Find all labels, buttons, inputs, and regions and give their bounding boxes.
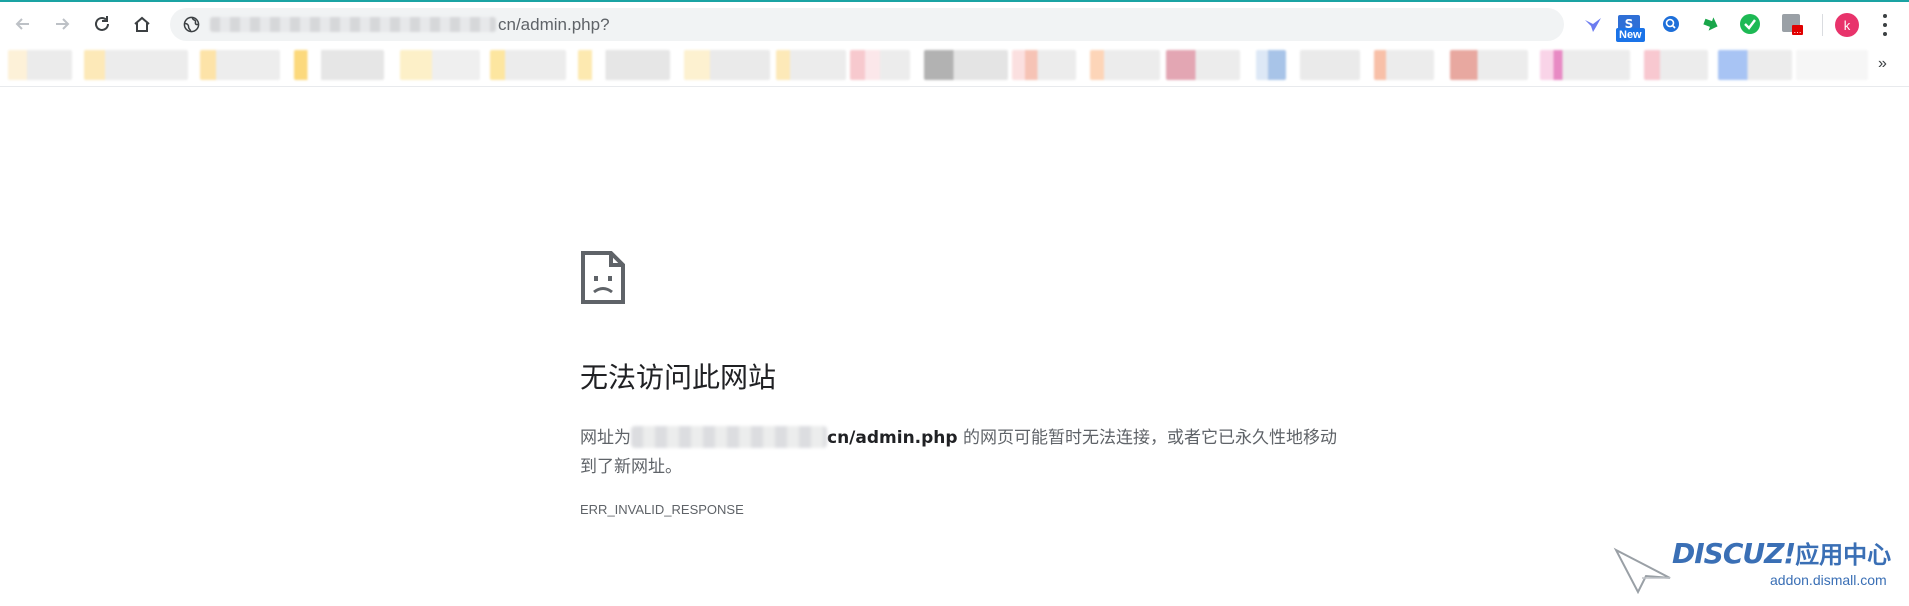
menu-dot-icon bbox=[1883, 32, 1887, 36]
reload-icon bbox=[95, 16, 109, 31]
browser-menu-button[interactable] bbox=[1878, 14, 1892, 36]
menu-dot-icon bbox=[1883, 14, 1887, 18]
watermark-logo: DISCUZ!应用中心 bbox=[1672, 538, 1891, 571]
bird-icon bbox=[1585, 18, 1601, 32]
extension-search[interactable] bbox=[1659, 12, 1683, 36]
bookmark-item[interactable] bbox=[776, 50, 846, 80]
error-headline: 无法访问此网站 bbox=[580, 361, 777, 394]
extension-bird[interactable] bbox=[1581, 12, 1605, 36]
home-button[interactable] bbox=[129, 11, 155, 37]
watermark: DISCUZ!应用中心 addon.dismall.com bbox=[1612, 538, 1902, 594]
bookmark-item[interactable] bbox=[684, 50, 770, 80]
error-code: ERR_INVALID_RESPONSE bbox=[580, 502, 744, 517]
address-bar[interactable]: cn/admin.php? bbox=[170, 8, 1564, 41]
extension-check[interactable] bbox=[1738, 12, 1762, 36]
address-url-text: cn/admin.php? bbox=[498, 15, 610, 34]
watermark-site: addon.dismall.com bbox=[1770, 572, 1887, 588]
bookmark-item[interactable] bbox=[200, 50, 280, 80]
bookmark-item[interactable] bbox=[924, 50, 1008, 80]
reload-button[interactable] bbox=[89, 11, 115, 37]
arrow-right-icon bbox=[56, 18, 70, 30]
sad-page-icon bbox=[581, 251, 625, 304]
bookmark-item[interactable] bbox=[1374, 50, 1434, 80]
bookmark-item[interactable] bbox=[1256, 50, 1286, 80]
bookmark-item[interactable] bbox=[1644, 50, 1708, 80]
cursor-arrow-icon bbox=[1613, 547, 1671, 594]
browser-toolbar: cn/admin.php? S New … k bbox=[0, 2, 1909, 46]
watermark-logo-zh: 应用中心 bbox=[1795, 541, 1892, 569]
desc-url: cn/admin.php bbox=[827, 428, 958, 448]
bookmark-item[interactable] bbox=[578, 50, 670, 80]
watermark-logo-text: DISCUZ! bbox=[1672, 537, 1796, 570]
redacted-domain bbox=[631, 426, 827, 448]
forward-button[interactable] bbox=[49, 11, 75, 37]
new-badge: New bbox=[1616, 28, 1645, 42]
home-icon bbox=[134, 16, 150, 32]
bookmark-item[interactable] bbox=[84, 50, 188, 80]
globe-icon[interactable] bbox=[183, 16, 200, 33]
menu-dot-icon bbox=[1883, 23, 1887, 27]
bookmarks-bar: » bbox=[0, 46, 1909, 87]
bookmark-item[interactable] bbox=[1796, 50, 1868, 80]
bookmark-item[interactable] bbox=[490, 50, 566, 80]
arrow-left-icon bbox=[15, 18, 29, 30]
magnifier-globe-icon bbox=[1663, 16, 1679, 32]
toolbar-separator bbox=[1822, 14, 1823, 36]
bookmark-item[interactable] bbox=[1450, 50, 1528, 80]
back-button[interactable] bbox=[10, 11, 36, 37]
error-description: 网址为 cn/admin.php 的网页可能暂时无法连接，或者它已永久性地移动到了… bbox=[580, 424, 1340, 482]
profile-avatar[interactable]: k bbox=[1835, 13, 1859, 37]
desc-prefix: 网址为 bbox=[580, 428, 631, 448]
green-arrow-icon bbox=[1703, 17, 1718, 31]
extension-arrow[interactable] bbox=[1699, 12, 1723, 36]
bookmark-item[interactable] bbox=[8, 50, 72, 80]
bookmarks-overflow-button[interactable]: » bbox=[1878, 55, 1887, 73]
bookmark-item[interactable] bbox=[1012, 50, 1076, 80]
bookmark-item[interactable] bbox=[1718, 50, 1792, 80]
extension-puzzle-icon: … bbox=[1782, 14, 1803, 35]
bookmark-item[interactable] bbox=[1300, 50, 1360, 80]
bookmark-item[interactable] bbox=[1540, 50, 1630, 80]
bookmark-item[interactable] bbox=[1166, 50, 1240, 80]
extension-puzzle[interactable]: … bbox=[1780, 12, 1804, 36]
bookmark-item[interactable] bbox=[1090, 50, 1160, 80]
bookmark-item[interactable] bbox=[850, 50, 910, 80]
green-check-icon bbox=[1740, 14, 1760, 34]
bookmark-item[interactable] bbox=[294, 50, 384, 80]
bookmark-item[interactable] bbox=[400, 50, 480, 80]
redacted-domain bbox=[210, 17, 496, 32]
svg-text:…: … bbox=[1794, 26, 1802, 35]
